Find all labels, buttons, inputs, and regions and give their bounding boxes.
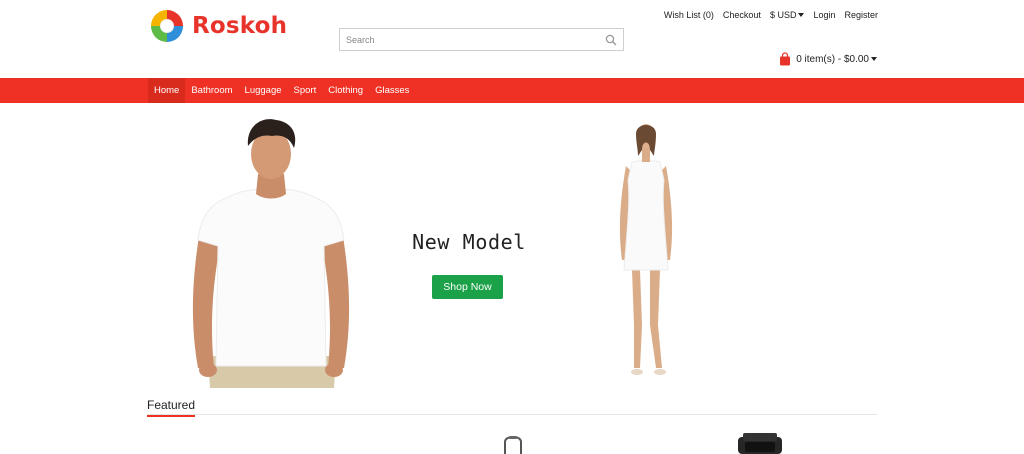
logo-icon <box>151 10 183 42</box>
product-suitcase-image[interactable] <box>500 436 526 454</box>
brand-name: Roskoh <box>192 13 288 39</box>
search-bar <box>339 28 624 51</box>
female-model-image <box>619 124 673 375</box>
wishlist-link[interactable]: Wish List (0) <box>664 10 714 20</box>
male-model-image <box>192 119 350 388</box>
register-link[interactable]: Register <box>844 10 878 20</box>
nav-item-home[interactable]: Home <box>148 78 186 103</box>
nav-item-luggage[interactable]: Luggage <box>239 78 288 103</box>
nav-item-clothing[interactable]: Clothing <box>322 78 369 103</box>
cart-button[interactable]: 0 item(s) - $0.00 <box>779 52 877 66</box>
nav-item-bathroom[interactable]: Bathroom <box>185 78 238 103</box>
product-watch-image[interactable] <box>735 433 785 454</box>
hero-banner: New Model Shop Now <box>150 110 877 388</box>
site-header: Roskoh Wish List (0) Checkout $ USD Logi… <box>0 0 1024 78</box>
nav-item-sport[interactable]: Sport <box>288 78 323 103</box>
featured-section-header: Featured <box>147 396 877 417</box>
shop-now-button[interactable]: Shop Now <box>432 275 503 299</box>
main-navbar: Home Bathroom Luggage Sport Clothing Gla… <box>0 78 1024 103</box>
currency-dropdown[interactable]: $ USD <box>770 10 805 20</box>
currency-label: $ USD <box>769 10 797 20</box>
banner-title: New Model <box>412 230 526 254</box>
featured-heading: Featured <box>147 398 196 417</box>
chevron-down-icon <box>871 57 877 61</box>
top-links: Wish List (0) Checkout $ USD Login Regis… <box>664 10 878 20</box>
chevron-down-icon <box>798 13 805 17</box>
search-icon[interactable] <box>605 34 617 46</box>
nav-item-glasses[interactable]: Glasses <box>369 78 415 103</box>
main-nav: Home Bathroom Luggage Sport Clothing Gla… <box>148 78 415 103</box>
logo[interactable]: Roskoh <box>150 9 287 43</box>
login-link[interactable]: Login <box>813 10 835 20</box>
checkout-link[interactable]: Checkout <box>723 10 761 20</box>
shopping-bag-icon <box>780 52 791 66</box>
search-input[interactable] <box>340 29 595 50</box>
cart-summary: 0 item(s) - $0.00 <box>796 53 869 65</box>
